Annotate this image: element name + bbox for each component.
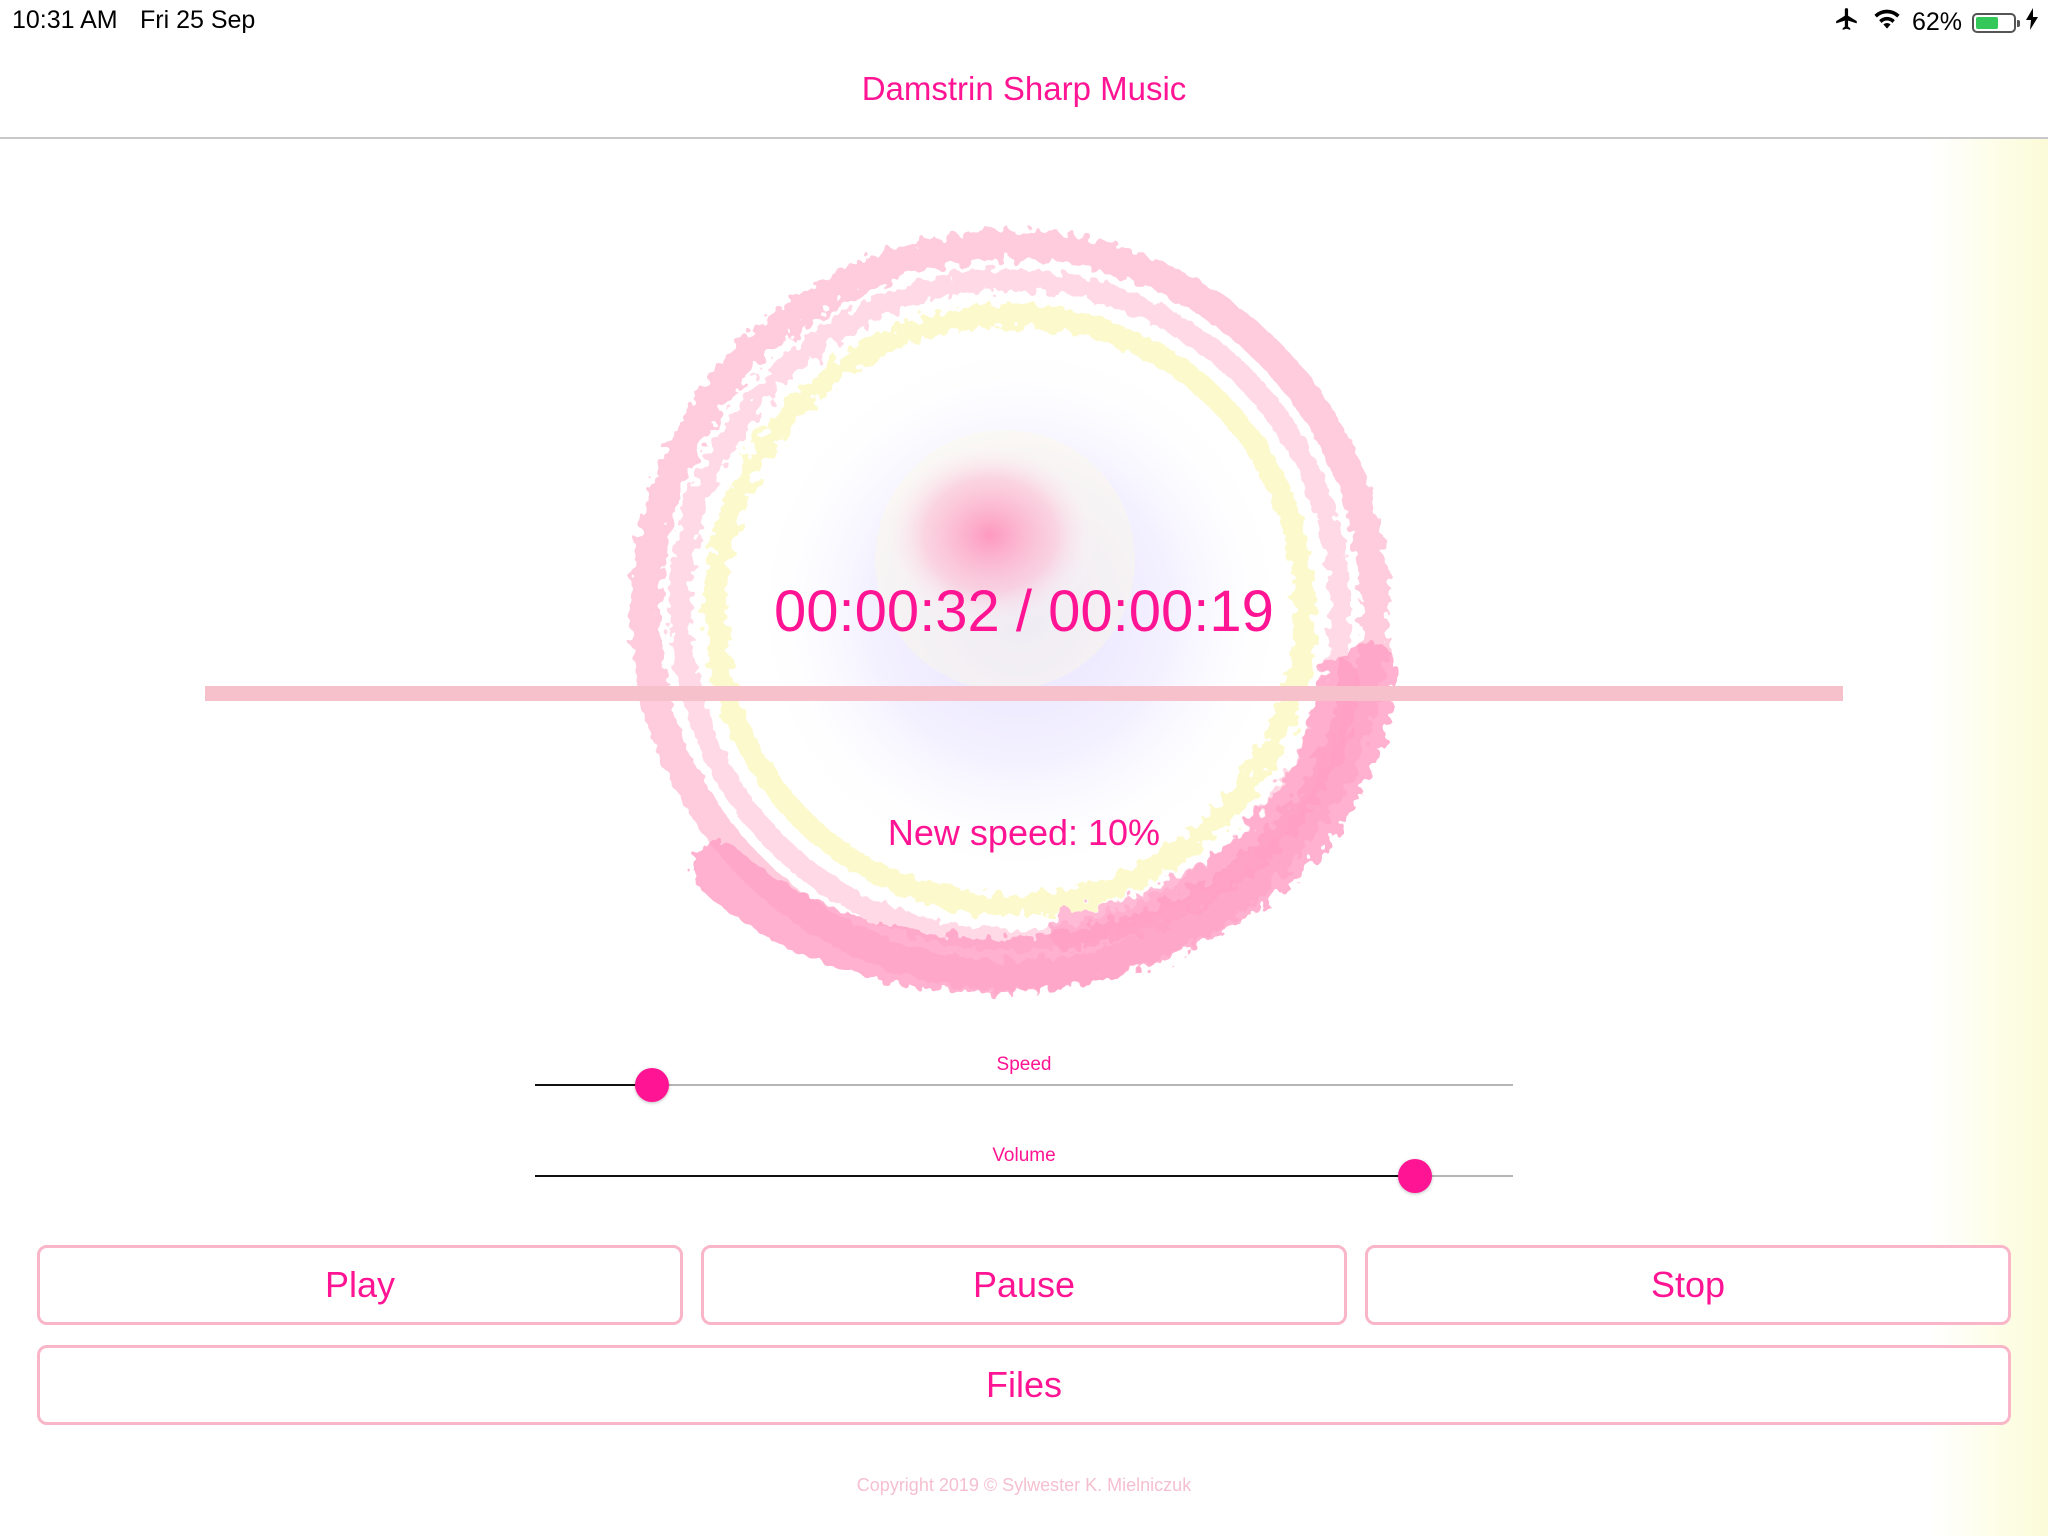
battery-level (1976, 16, 1999, 29)
volume-slider-thumb[interactable] (1398, 1159, 1433, 1193)
airplane-icon (1832, 6, 1862, 39)
navigation-bar: Damstrin Sharp Music (0, 42, 2048, 139)
volume-slider[interactable] (535, 1156, 1513, 1196)
pause-button[interactable]: Pause (701, 1245, 1347, 1325)
speed-slider[interactable] (535, 1065, 1513, 1105)
copyright-text: Copyright 2019 © Sylwester K. Mielniczuk (856, 1475, 1192, 1495)
status-bar: 10:31 AM Fri 25 Sep 62% (0, 0, 2048, 42)
battery-tip (2017, 19, 2020, 27)
battery-percent: 62% (1911, 8, 1962, 36)
progress-fill (205, 686, 1843, 701)
play-button[interactable]: Play (37, 1245, 683, 1325)
stop-button[interactable]: Stop (1365, 1245, 2011, 1325)
files-button[interactable]: Files (37, 1345, 2011, 1425)
speed-slider-thumb[interactable] (635, 1068, 670, 1102)
status-date: Fri 25 Sep (140, 6, 256, 34)
playback-time: 00:00:32 / 00:00:19 (774, 579, 1274, 644)
speed-status: New speed: 10% (887, 812, 1161, 853)
wifi-icon (1872, 7, 1902, 38)
speed-slider-track (535, 1084, 1513, 1086)
progress-bar[interactable] (205, 686, 1843, 701)
status-indicators: 62% (1832, 6, 2038, 39)
charging-bolt-icon (2026, 8, 2038, 37)
volume-slider-filled (535, 1175, 1416, 1177)
status-time: 10:31 AM (12, 6, 118, 34)
app-screen: 10:31 AM Fri 25 Sep 62% Damstrin Sharp M… (0, 0, 2048, 1536)
app-title: Damstrin Sharp Music (861, 70, 1187, 107)
battery-icon (1972, 12, 2020, 33)
